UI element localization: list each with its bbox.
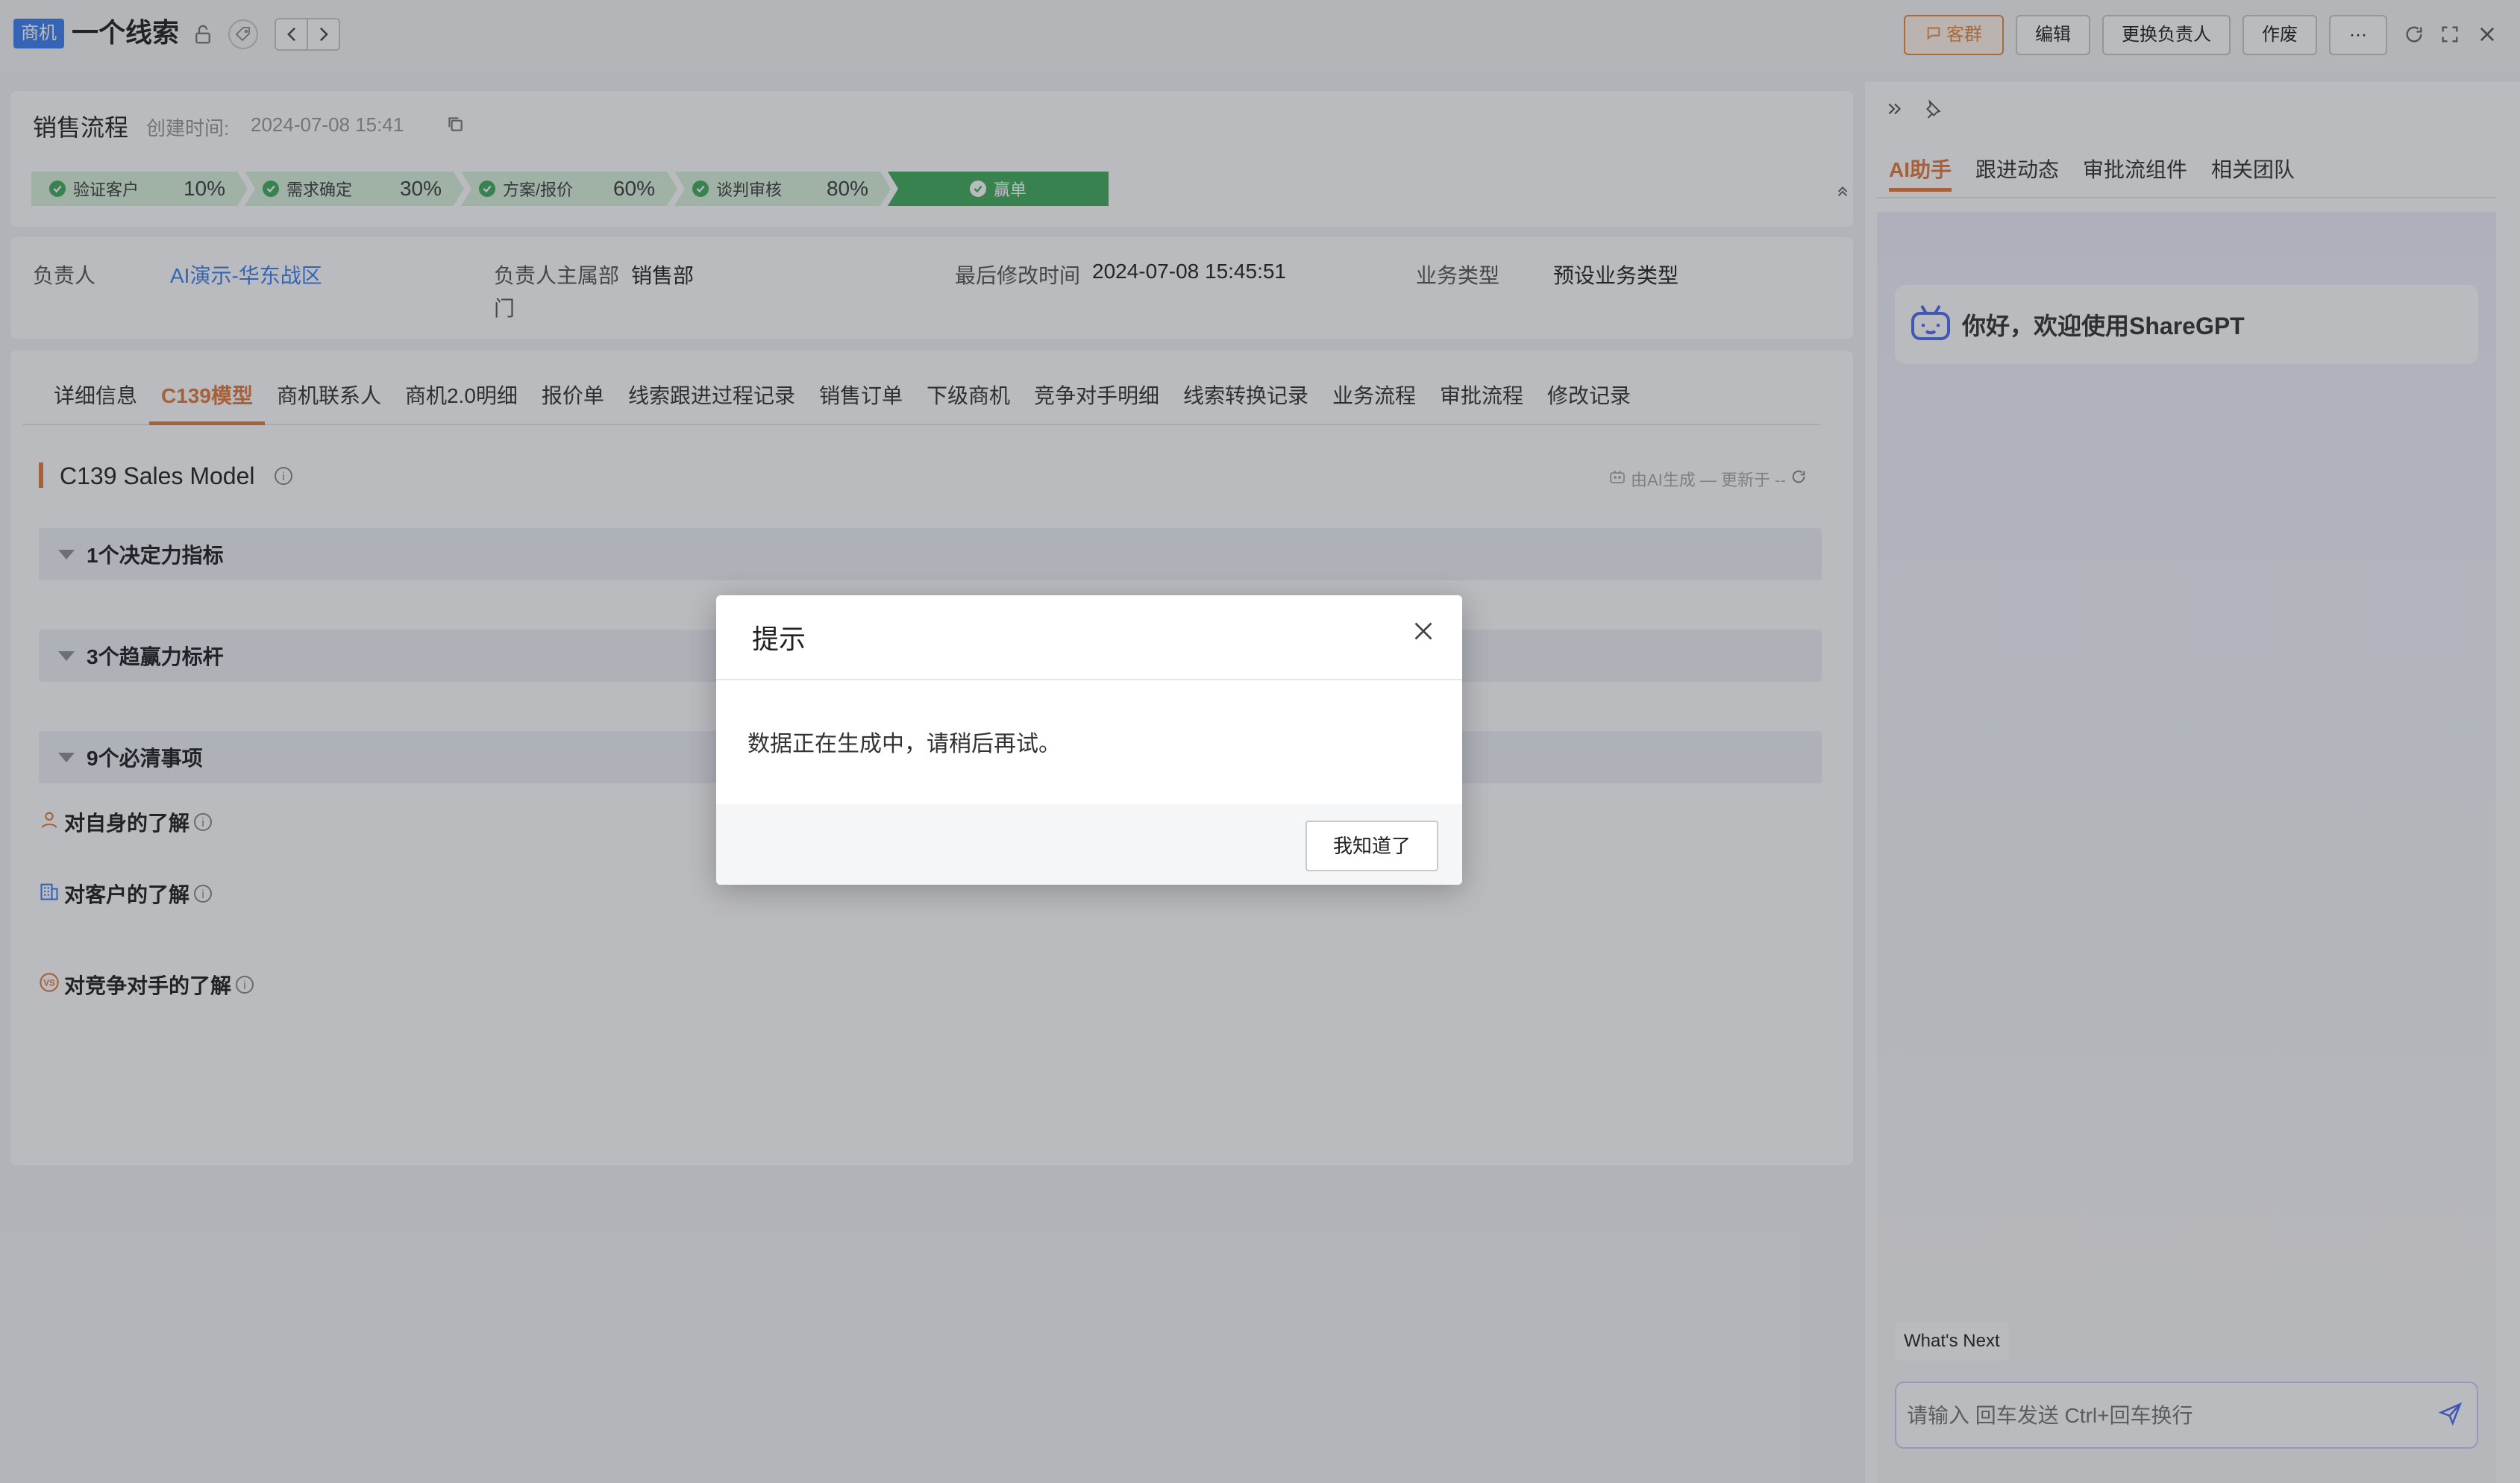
alert-dialog: 提示 数据正在生成中，请稍后再试。 我知道了: [716, 595, 1462, 885]
acknowledge-button[interactable]: 我知道了: [1306, 821, 1438, 871]
dialog-body: 数据正在生成中，请稍后再试。: [716, 680, 1462, 804]
dialog-header: 提示: [716, 595, 1462, 680]
dialog-footer: 我知道了: [716, 804, 1462, 885]
dialog-title: 提示: [752, 624, 806, 654]
dialog-message: 数据正在生成中，请稍后再试。: [747, 732, 1061, 756]
close-icon[interactable]: [1410, 618, 1440, 648]
